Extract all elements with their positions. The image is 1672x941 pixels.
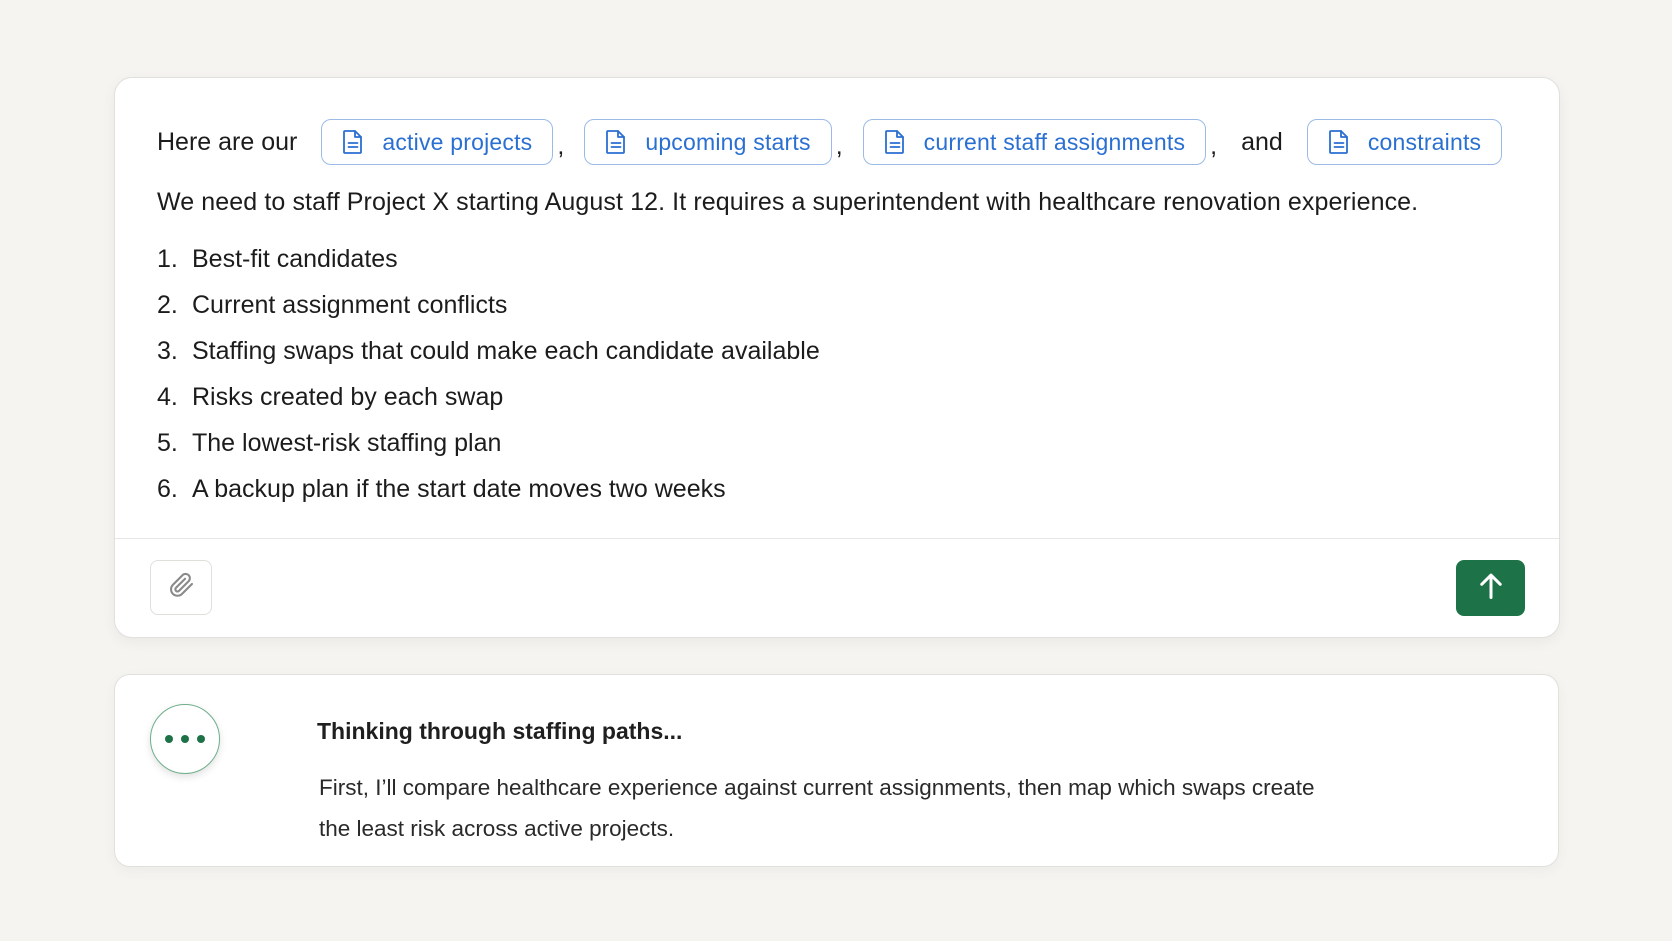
request-text: We need to staff Project X starting Augu… — [157, 188, 1419, 216]
list-item-number: 2. — [157, 291, 178, 319]
list-item-number: 1. — [157, 245, 178, 273]
attachment-chip-current-staff-assignments[interactable]: current staff assignments — [862, 119, 1207, 165]
document-icon — [342, 129, 364, 155]
chip-label: constraints — [1367, 128, 1482, 155]
arrow-up-icon — [1477, 571, 1505, 606]
document-icon — [605, 129, 627, 155]
separator-comma: , — [1210, 131, 1218, 160]
document-icon — [1328, 129, 1350, 155]
paperclip-icon — [167, 571, 195, 604]
composer-toolbar — [115, 538, 1559, 637]
dot — [165, 735, 173, 743]
separator-comma: , — [557, 131, 565, 160]
dot — [181, 735, 189, 743]
list-item-text: Risks created by each swap — [192, 383, 504, 411]
thinking-card: Thinking through staffing paths... First… — [114, 674, 1559, 867]
separator-and-text: and — [1241, 127, 1283, 156]
intro-text: Here are our — [157, 127, 298, 156]
chip-label: upcoming starts — [645, 128, 811, 155]
list-item-text: Staffing swaps that could make each cand… — [192, 337, 820, 365]
list-item-text: The lowest-risk staffing plan — [192, 429, 502, 457]
intro-line: Here are our active projects , upcoming … — [157, 118, 1517, 166]
separator-comma: , — [835, 131, 843, 160]
list-item: 3. Staffing swaps that could make each c… — [157, 334, 1517, 380]
ellipsis-icon — [150, 704, 220, 774]
list-item-text: Best-fit candidates — [192, 245, 398, 273]
list-item: 5. The lowest-risk staffing plan — [157, 426, 1517, 472]
composer-input-area[interactable]: Here are our active projects , upcoming … — [115, 78, 1559, 518]
attach-button[interactable] — [150, 560, 212, 615]
thinking-text: First, I’ll compare healthcare experienc… — [319, 775, 1315, 841]
chip-label: current staff assignments — [923, 128, 1186, 155]
attachment-chip-constraints[interactable]: constraints — [1306, 119, 1503, 165]
separator-and: , and — [1210, 127, 1283, 160]
attachment-chip-active-projects[interactable]: active projects — [321, 119, 554, 165]
step-list: 1. Best-fit candidates 2. Current assign… — [157, 242, 1517, 518]
message-composer: Here are our active projects , upcoming … — [114, 77, 1560, 638]
list-item: 4. Risks created by each swap — [157, 380, 1517, 426]
list-item-number: 3. — [157, 337, 178, 365]
list-item-number: 4. — [157, 383, 178, 411]
chip-label: active projects — [382, 128, 533, 155]
list-item-number: 6. — [157, 475, 178, 503]
list-item-text: Current assignment conflicts — [192, 291, 508, 319]
list-item: 2. Current assignment conflicts — [157, 288, 1517, 334]
document-icon — [884, 129, 906, 155]
list-item-number: 5. — [157, 429, 178, 457]
list-item: 1. Best-fit candidates — [157, 242, 1517, 288]
send-button[interactable] — [1456, 560, 1525, 616]
dot — [197, 735, 205, 743]
attachment-chip-upcoming-starts[interactable]: upcoming starts — [584, 119, 832, 165]
thinking-title: Thinking through staffing paths... — [317, 718, 683, 744]
list-item: 6. A backup plan if the start date moves… — [157, 472, 1517, 518]
list-item-text: A backup plan if the start date moves tw… — [192, 475, 726, 503]
